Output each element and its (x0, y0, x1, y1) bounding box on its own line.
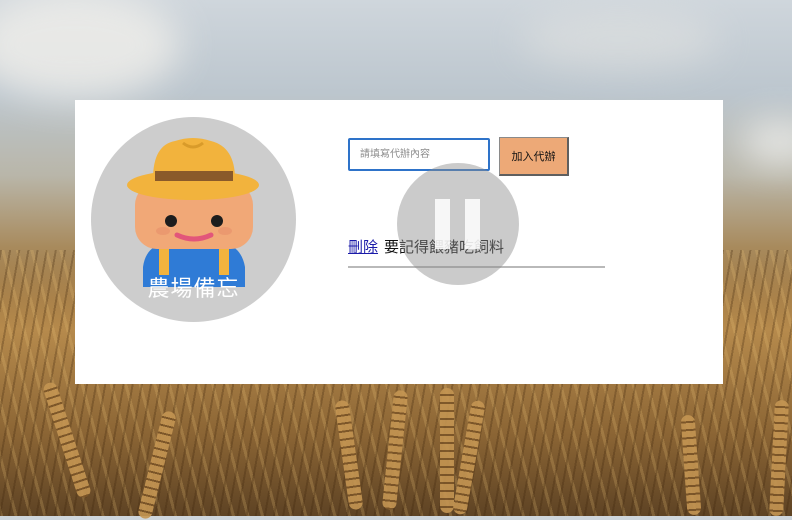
wheat-stalk (680, 414, 702, 516)
wheat-stalk (136, 409, 178, 520)
delete-link[interactable]: 刪除 (348, 236, 378, 257)
cloud (0, 0, 180, 100)
wheat-stalk (768, 399, 790, 517)
pause-icon (435, 199, 450, 249)
cloud (520, 10, 720, 70)
cloud (740, 120, 792, 165)
farmer-logo: 農場備忘 (91, 117, 296, 322)
logo-title: 農場備忘 (147, 277, 240, 302)
wheat-stalk (41, 380, 93, 500)
wheat-stalk (381, 389, 409, 511)
add-todo-button[interactable]: 加入代辦 (499, 137, 569, 176)
wheat-stalk (452, 399, 486, 516)
pause-button[interactable] (397, 163, 519, 285)
wheat-stalk (440, 388, 454, 513)
pause-icon (465, 199, 480, 249)
wheat-stalk (334, 399, 364, 511)
